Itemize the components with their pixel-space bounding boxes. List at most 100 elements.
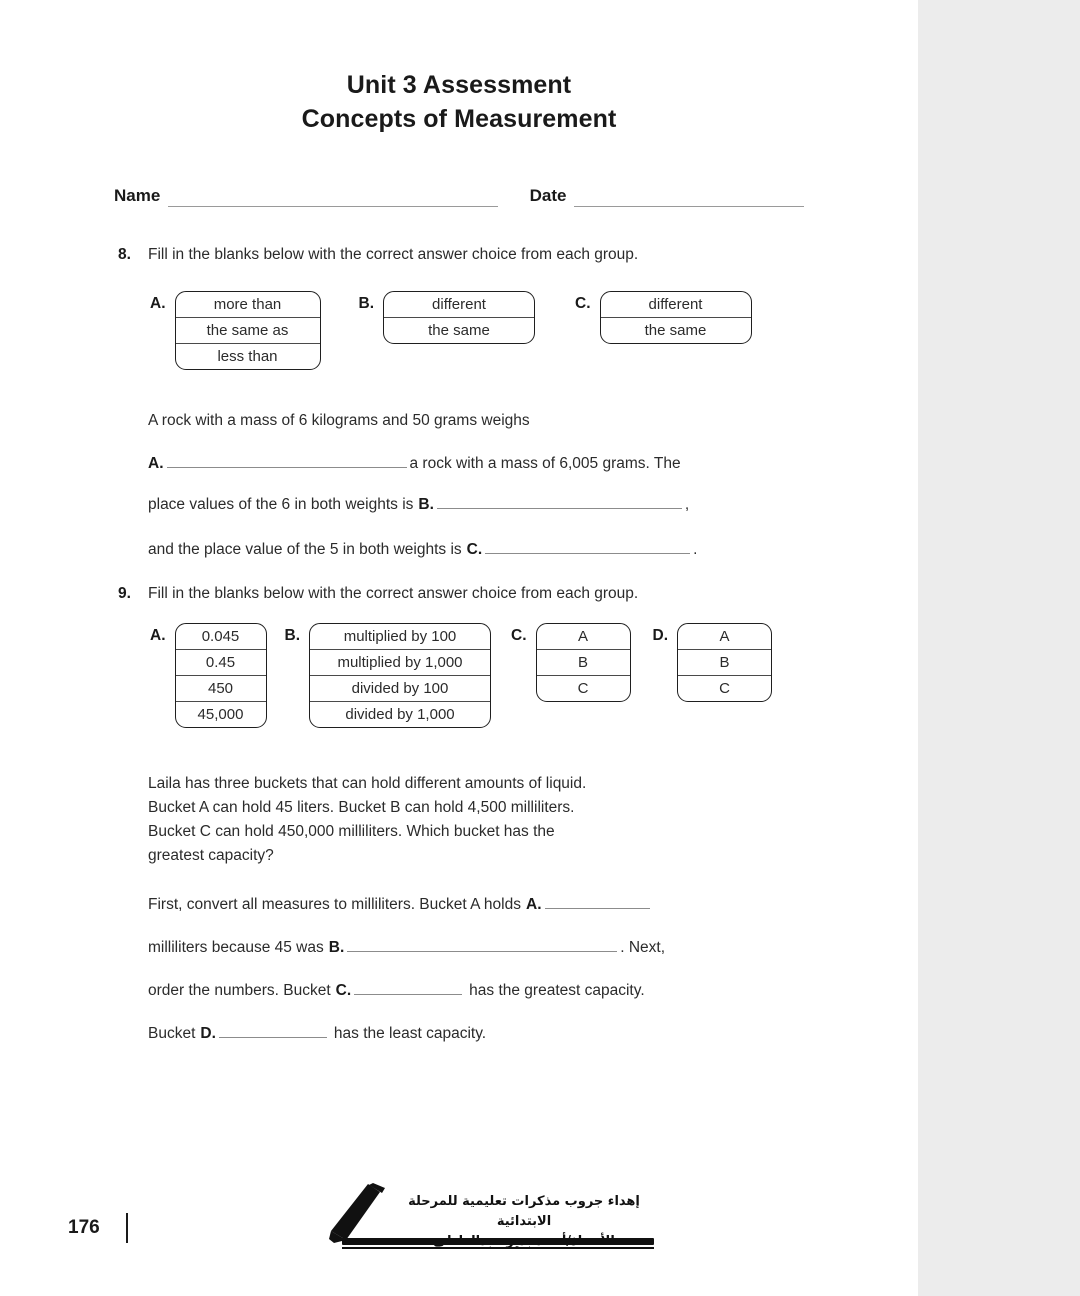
page-number-divider — [125, 1213, 129, 1243]
q9-option-c2[interactable]: B — [536, 650, 630, 676]
question-8-prompt: Fill in the blanks below with the correc… — [148, 246, 639, 263]
q9-stem-line-1: Laila has three buckets that can hold di… — [148, 775, 587, 792]
q9-option-b3[interactable]: divided by 100 — [310, 676, 490, 702]
q9-option-b1[interactable]: multiplied by 100 — [310, 624, 490, 650]
q9-group-c: C. A B C — [511, 623, 631, 702]
date-input-line[interactable] — [574, 189, 804, 207]
q9-group-b-letter: B. — [284, 627, 301, 644]
q8-group-b-letter: B. — [358, 295, 375, 312]
date-label: Date — [529, 186, 567, 205]
name-input-line[interactable] — [168, 189, 498, 207]
q9-option-b4[interactable]: divided by 1,000 — [310, 702, 490, 727]
q8-option-a2[interactable]: the same as — [175, 318, 320, 344]
q8-option-a1[interactable]: more than — [175, 292, 320, 318]
q9-option-a4[interactable]: 45,000 — [176, 702, 266, 727]
title-line-1: Unit 3 Assessment — [346, 71, 572, 99]
q9-option-d1[interactable]: A — [678, 624, 771, 650]
q9-answer-line-d: Bucket D. has the least capacity. — [148, 1022, 486, 1043]
q9-option-d2[interactable]: B — [678, 650, 771, 676]
question-9-prompt: Fill in the blanks below with the correc… — [148, 585, 639, 602]
q9-option-a1[interactable]: 0.045 — [175, 624, 266, 650]
q8-option-b2[interactable]: the same — [384, 318, 534, 343]
q9-option-c1[interactable]: A — [536, 624, 630, 650]
q8-line-c-before: and the place value of the 5 in both wei… — [148, 541, 462, 558]
question-8-heading: 8. Fill in the blanks below with the cor… — [118, 246, 638, 264]
q9-stem-line-3: Bucket C can hold 450,000 milliliters. W… — [148, 823, 555, 840]
q9-group-c-letter: C. — [511, 627, 527, 644]
footer-watermark: إهداء جروب مذكرات تعليمية للمرحلة الابتد… — [322, 1178, 662, 1256]
q9-line-c-after: has the greatest capacity. — [469, 982, 645, 999]
q8-blank-a[interactable] — [166, 452, 407, 468]
page-number-group: 176 — [68, 1213, 129, 1243]
q8-line-b-after: , — [684, 496, 690, 513]
q9-line-d-letter: D. — [200, 1025, 216, 1042]
pencil-icon — [329, 1183, 385, 1243]
q8-option-c1[interactable]: different — [600, 292, 751, 318]
q9-group-b-box: multiplied by 100 multiplied by 1,000 di… — [309, 623, 491, 728]
q8-group-a-box: more than the same as less than — [174, 291, 321, 370]
q8-group-a: A. more than the same as less than — [150, 291, 321, 370]
q8-blank-c[interactable] — [485, 538, 691, 554]
q9-group-d-letter: D. — [652, 627, 669, 644]
q8-group-b: B. different the same — [358, 291, 535, 344]
q9-option-d3[interactable]: C — [678, 676, 771, 701]
q8-answer-line-c: and the place value of the 5 in both wei… — [148, 538, 697, 559]
question-8-stem: A rock with a mass of 6 kilograms and 50… — [148, 412, 530, 429]
page-title: Unit 3 Assessment Concepts of Measuremen… — [0, 68, 918, 136]
q9-answer-line-b: milliliters because 45 was B. . Next, — [148, 936, 665, 957]
question-9-heading: 9. Fill in the blanks below with the cor… — [118, 585, 638, 603]
q8-group-c-letter: C. — [575, 295, 591, 312]
q9-option-a3[interactable]: 450 — [175, 676, 266, 702]
q8-group-c: C. different the same — [575, 291, 752, 344]
q9-stem-line-4: greatest capacity? — [148, 847, 274, 864]
name-date-row: Name Date — [114, 186, 804, 207]
outer-gray-band — [918, 0, 1080, 1296]
q9-line-d-after: has the least capacity. — [333, 1025, 487, 1042]
q9-line-c-letter: C. — [335, 982, 352, 999]
q9-line-b-letter: B. — [328, 939, 345, 956]
watermark-bar — [342, 1238, 654, 1245]
title-line-2: Concepts of Measurement — [301, 105, 617, 133]
q9-group-a: A. 0.045 0.45 450 45,000 — [150, 623, 267, 728]
q9-blank-a[interactable] — [544, 893, 650, 909]
q9-group-b: B. multiplied by 100 multiplied by 1,000… — [284, 623, 491, 728]
q8-option-a3[interactable]: less than — [176, 344, 320, 369]
q9-blank-d[interactable] — [218, 1022, 327, 1038]
q9-stem-line-2: Bucket A can hold 45 liters. Bucket B ca… — [148, 799, 575, 816]
q9-line-b-before: milliliters because 45 was — [148, 939, 324, 956]
q9-option-c3[interactable]: C — [537, 676, 630, 701]
watermark-bar-thin — [342, 1247, 654, 1249]
q9-option-a2[interactable]: 0.45 — [175, 650, 266, 676]
q9-line-a-before: First, convert all measures to millilite… — [148, 896, 521, 913]
q8-group-c-box: different the same — [599, 291, 752, 344]
q8-blank-b[interactable] — [436, 493, 682, 509]
q8-group-a-letter: A. — [150, 295, 166, 312]
q9-line-a-letter: A. — [526, 896, 542, 913]
q9-blank-b[interactable] — [347, 936, 618, 952]
q8-option-b1[interactable]: different — [384, 292, 534, 318]
q8-line-c-after: . — [693, 541, 698, 558]
q8-line-c-letter: C. — [466, 541, 483, 558]
q8-answer-line-a: A. a rock with a mass of 6,005 grams. Th… — [148, 452, 681, 473]
watermark-line-1: إهداء جروب مذكرات تعليمية للمرحلة الابتد… — [408, 1194, 640, 1229]
q9-blank-c[interactable] — [354, 979, 463, 995]
q9-answer-line-a: First, convert all measures to millilite… — [148, 893, 653, 914]
q8-line-a-after: a rock with a mass of 6,005 grams. The — [409, 455, 681, 472]
q8-line-b-before: place values of the 6 in both weights is — [148, 496, 414, 513]
q8-option-c2[interactable]: the same — [601, 318, 751, 343]
question-8-option-groups: A. more than the same as less than B. di… — [150, 291, 752, 370]
q9-line-d-before: Bucket — [148, 1025, 196, 1042]
q9-group-a-box: 0.045 0.45 450 45,000 — [174, 623, 267, 728]
worksheet-page: Unit 3 Assessment Concepts of Measuremen… — [0, 0, 918, 1296]
q9-answer-line-c: order the numbers. Bucket C. has the gre… — [148, 979, 645, 1000]
q8-line-a-letter: A. — [148, 455, 164, 472]
q8-line-b-letter: B. — [418, 496, 434, 513]
q8-answer-line-b: place values of the 6 in both weights is… — [148, 493, 689, 514]
q9-group-c-box: A B C — [535, 623, 631, 702]
question-9-option-groups: A. 0.045 0.45 450 45,000 B. multiplied b… — [150, 623, 772, 728]
q9-group-d-box: A B C — [677, 623, 772, 702]
question-8-number: 8. — [118, 246, 131, 263]
q9-option-b2[interactable]: multiplied by 1,000 — [310, 650, 490, 676]
q9-line-b-after: . Next, — [620, 939, 666, 956]
q9-line-c-before: order the numbers. Bucket — [148, 982, 331, 999]
